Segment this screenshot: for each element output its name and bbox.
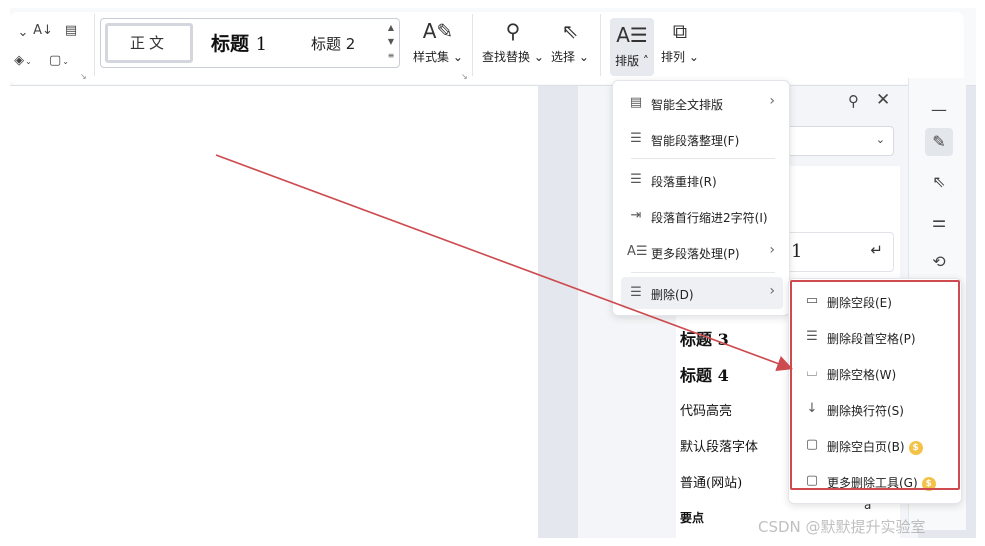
- style-card-heading1[interactable]: 1 ↵: [778, 232, 894, 272]
- border-icon[interactable]: ▢⌄: [48, 52, 70, 70]
- arrange-label: 排列: [661, 50, 686, 64]
- menu-item-indent[interactable]: ⇥ 段落首行缩进2字符(I): [621, 200, 783, 232]
- chevron-right-icon: ›: [769, 93, 775, 109]
- style-set-button[interactable]: A✎ 样式集 ⌄: [410, 14, 466, 65]
- find-replace-label: 查找替换: [482, 50, 531, 64]
- style-set-label: 样式集: [413, 50, 450, 64]
- select-label: 选择: [551, 50, 576, 64]
- menu-item-label: 段落首行缩进2字符(I): [651, 211, 768, 225]
- search-icon: ⚲: [505, 19, 521, 43]
- style-heading1-text: 标题: [211, 33, 250, 55]
- select-arrow-icon[interactable]: ⇖: [925, 168, 953, 196]
- divider: [600, 14, 601, 76]
- typeset-label: 排版: [615, 54, 640, 68]
- menu-item-label: 智能段落整理(F): [651, 134, 740, 148]
- menu-item-delete[interactable]: ☰ 删除(D) ›: [621, 277, 783, 309]
- sort-icon[interactable]: A↓: [32, 22, 54, 40]
- style-heading1[interactable]: 标题 1: [211, 29, 267, 56]
- style-item-heading3[interactable]: 标题 3: [680, 326, 729, 350]
- collapse-icon[interactable]: —: [925, 96, 953, 124]
- divider: [472, 14, 473, 76]
- menu-divider: [631, 158, 775, 159]
- menu-item-label: 更多段落处理(P): [651, 247, 740, 261]
- style-set-icon: A✎: [422, 19, 454, 43]
- paragraph-launcher-icon[interactable]: ↘: [80, 72, 87, 81]
- style-heading1-num: 1: [255, 34, 268, 55]
- style-normal[interactable]: 正文: [105, 23, 193, 63]
- sliders-icon[interactable]: ⚌: [925, 208, 953, 236]
- style-card-num: 1: [791, 241, 803, 262]
- arrange-button[interactable]: ⧉ 排列 ⌄: [660, 14, 700, 65]
- menu-item-label: 删除(D): [651, 288, 694, 302]
- pin-icon[interactable]: ⚲: [848, 92, 859, 110]
- typeset-button[interactable]: A☰ 排版 ˄: [610, 18, 654, 76]
- menu-item-smart-paragraph[interactable]: ☰ 智能段落整理(F): [621, 123, 783, 155]
- highlight-outline: [790, 280, 960, 490]
- paragraph-mark-icon: ↵: [870, 241, 883, 259]
- ribbon-toolbar: ⌄ A↓ ▤ ◈⌄ ▢⌄ ↘ 正文 标题 1 标题 2 ▲ ▼ ≡ A✎ 样式集 ⌄…: [10, 8, 976, 86]
- select-button[interactable]: ⇖ 选择 ⌄: [550, 14, 590, 65]
- chevron-right-icon: ›: [769, 283, 775, 299]
- smart-typeset-icon: ▤: [629, 95, 643, 110]
- close-icon[interactable]: ✕: [876, 90, 890, 110]
- chevron-right-icon: ›: [769, 242, 775, 258]
- cursor-icon: ⇖: [561, 19, 579, 43]
- style-item-default-font[interactable]: 默认段落字体: [680, 436, 758, 455]
- gallery-scroll[interactable]: ▲ ▼ ≡: [385, 21, 397, 65]
- style-item-web[interactable]: 普通(网站): [680, 472, 742, 491]
- style-item-keypoint[interactable]: 要点: [680, 509, 704, 526]
- pen-icon[interactable]: ✎: [925, 128, 953, 156]
- menu-item-label: 段落重排(R): [651, 175, 717, 189]
- chevron-down-icon: ⌄: [875, 133, 885, 146]
- chevron-down-icon[interactable]: ⌄: [12, 24, 34, 42]
- delete-lines-icon: ☰: [630, 285, 642, 300]
- typeset-icon: A☰: [616, 23, 648, 47]
- menu-item-smart-typeset[interactable]: ▤ 智能全文排版 ›: [621, 87, 783, 119]
- arrange-icon: ⧉: [672, 19, 688, 43]
- style-launcher-icon[interactable]: ↘: [461, 72, 468, 81]
- menu-item-reflow[interactable]: ☰ 段落重排(R): [621, 164, 783, 196]
- style-item-heading4[interactable]: 标题 4: [680, 362, 729, 386]
- style-filter-select[interactable]: ⌄: [778, 126, 894, 156]
- style-heading2[interactable]: 标题 2: [311, 33, 355, 54]
- style-item-code[interactable]: 代码高亮: [680, 400, 732, 419]
- paragraph-tidy-icon: ☰: [630, 131, 642, 146]
- more-paragraph-icon: A☰: [627, 244, 648, 259]
- menu-item-label: 智能全文排版: [651, 98, 724, 112]
- style-gallery: 正文 标题 1 标题 2 ▲ ▼ ≡: [100, 18, 400, 68]
- effects-icon[interactable]: ⟲: [925, 248, 953, 276]
- divider: [94, 14, 95, 76]
- reflow-icon: ☰: [630, 172, 642, 187]
- typeset-menu: ▤ 智能全文排版 › ☰ 智能段落整理(F) ☰ 段落重排(R) ⇥ 段落首行缩…: [612, 80, 790, 316]
- find-replace-button[interactable]: ⚲ 查找替换 ⌄: [482, 14, 544, 65]
- document-page[interactable]: [10, 86, 538, 538]
- menu-divider: [631, 272, 775, 273]
- table-line-icon[interactable]: ▤: [60, 22, 82, 40]
- watermark: CSDN @默默提升实验室: [758, 518, 926, 536]
- indent-icon: ⇥: [630, 208, 642, 223]
- shading-icon[interactable]: ◈⌄: [12, 52, 34, 70]
- menu-item-more-paragraph[interactable]: A☰ 更多段落处理(P) ›: [621, 236, 783, 268]
